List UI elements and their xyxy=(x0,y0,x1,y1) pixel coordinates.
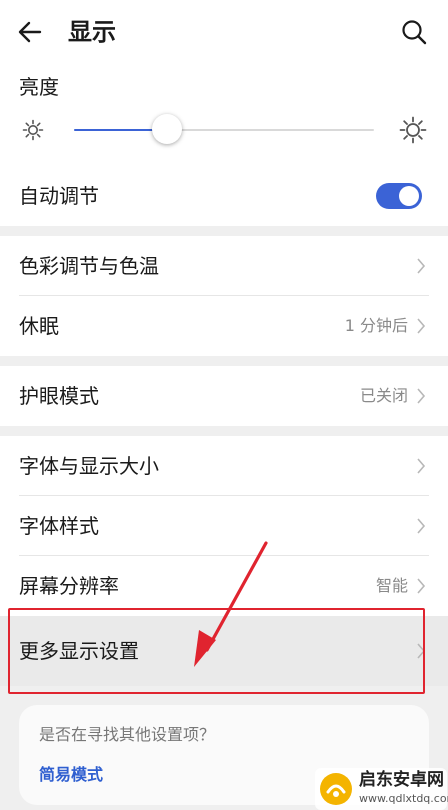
watermark-url: www.qdlxtdq.com xyxy=(359,792,448,805)
search-icon[interactable] xyxy=(398,16,430,48)
row-label: 屏幕分辨率 xyxy=(19,574,119,598)
eye-comfort-row[interactable]: 护眼模式 已关闭 xyxy=(0,366,448,426)
color-sleep-group: 色彩调节与色温 休眠 1 分钟后 xyxy=(0,236,448,356)
brightness-slider-thumb[interactable] xyxy=(152,114,182,144)
chevron-right-icon xyxy=(417,643,426,659)
chevron-right-icon xyxy=(417,518,426,534)
row-label: 更多显示设置 xyxy=(19,639,139,663)
back-arrow-icon[interactable] xyxy=(14,16,46,48)
eye-comfort-group: 护眼模式 已关闭 xyxy=(0,366,448,426)
row-label: 字体样式 xyxy=(19,514,99,538)
row-label: 护眼模式 xyxy=(19,384,99,408)
more-display-settings-row[interactable]: 更多显示设置 xyxy=(0,616,448,686)
row-value: 1 分钟后 xyxy=(344,316,408,335)
sun-small-icon xyxy=(22,119,44,141)
chevron-right-icon xyxy=(417,318,426,334)
sleep-row[interactable]: 休眠 1 分钟后 xyxy=(0,296,448,356)
page-title: 显示 xyxy=(68,18,116,46)
auto-adjust-label: 自动调节 xyxy=(19,184,99,208)
row-value: 已关闭 xyxy=(359,386,408,405)
font-style-row[interactable]: 字体样式 xyxy=(0,496,448,556)
chevron-right-icon xyxy=(417,458,426,474)
screen-resolution-row[interactable]: 屏幕分辨率 智能 xyxy=(0,556,448,616)
brightness-slider[interactable] xyxy=(74,114,374,144)
chevron-right-icon xyxy=(417,258,426,274)
color-temperature-row[interactable]: 色彩调节与色温 xyxy=(0,236,448,296)
row-value: 智能 xyxy=(375,576,408,595)
chevron-right-icon xyxy=(417,388,426,404)
row-label: 字体与显示大小 xyxy=(19,454,159,478)
watermark-logo-icon xyxy=(320,773,352,805)
auto-adjust-toggle[interactable] xyxy=(376,183,422,209)
brightness-label: 亮度 xyxy=(19,75,59,99)
row-label: 色彩调节与色温 xyxy=(19,254,159,278)
simple-mode-link[interactable]: 简易模式 xyxy=(39,762,103,788)
font-size-row[interactable]: 字体与显示大小 xyxy=(0,436,448,496)
watermark-title: 启东安卓网 xyxy=(359,770,444,790)
toggle-knob xyxy=(399,186,419,206)
app-bar: 显示 xyxy=(0,0,448,64)
chevron-right-icon xyxy=(417,578,426,594)
watermark: 启东安卓网 www.qdlxtdq.com xyxy=(315,768,448,810)
suggestion-question: 是否在寻找其他设置项？ xyxy=(39,725,216,744)
font-display-group: 字体与显示大小 字体样式 屏幕分辨率 智能 更多显示设置 xyxy=(0,436,448,686)
row-label: 休眠 xyxy=(19,314,59,338)
sun-large-icon xyxy=(399,116,427,144)
